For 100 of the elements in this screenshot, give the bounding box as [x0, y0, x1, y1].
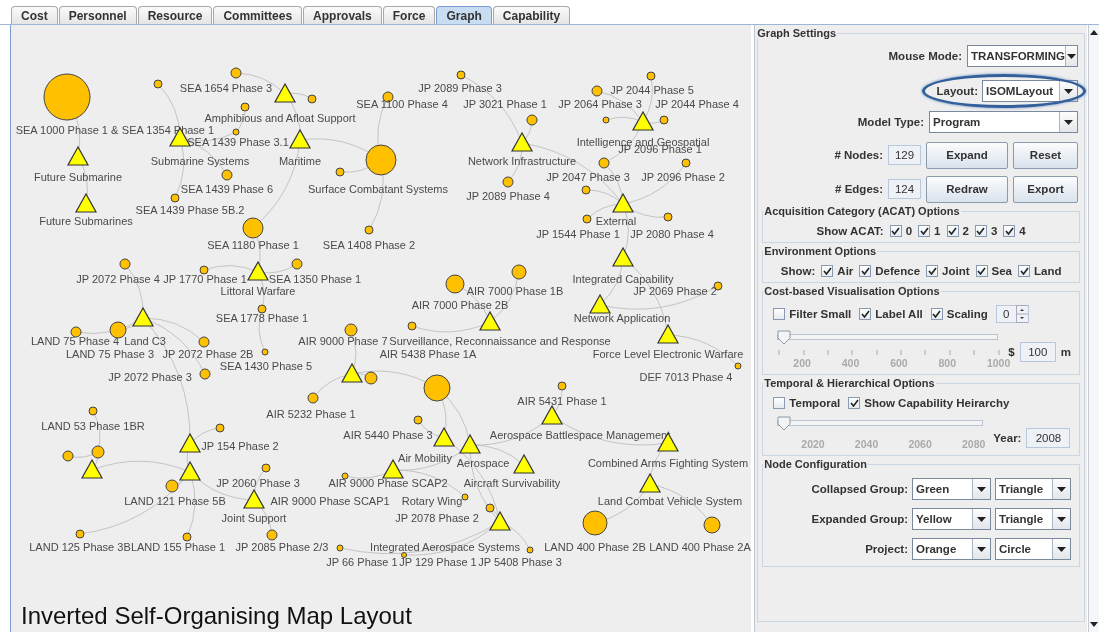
field-label: Mouse Mode: [888, 50, 962, 62]
tab[interactable]: Committees [213, 6, 303, 24]
dropdown[interactable]: ISOMLayout [982, 80, 1078, 102]
tick-label: 2080 [961, 438, 986, 450]
node-label: Rotary Wing [401, 495, 463, 507]
node-label: Future Submarines [39, 215, 133, 227]
node-label: Surface Combatant Systems [308, 183, 448, 195]
node-label: SEA 1430 Phase 5 [219, 360, 313, 372]
group-title: Cost-based Visualisation Options [764, 285, 940, 297]
node-label: JP 2078 Phase 2 [395, 512, 479, 524]
node-label: Aerospace Battlespace Management [489, 429, 671, 441]
checkbox-label[interactable]: Filter Small [789, 308, 852, 320]
dropdown[interactable]: Green [912, 478, 991, 500]
node-label: Joint Support [221, 512, 287, 524]
dropdown[interactable]: Yellow [912, 508, 991, 530]
dropdown[interactable]: Triangle [995, 478, 1071, 500]
field-label: # Edges: [835, 183, 883, 195]
tick-label: 400 [841, 357, 860, 369]
checkbox-label[interactable]: 0 [905, 225, 913, 237]
group-title: Node Configuration [764, 458, 867, 470]
checkbox-label[interactable]: Label All [875, 308, 923, 320]
node-label: AIR 5431 Phase 1 [517, 395, 607, 407]
tab[interactable]: Personnel [58, 6, 137, 24]
node-label: AIR 7000 Phase 1B [466, 285, 564, 297]
node-label: Surveillance, Reconnaissance and Response [389, 335, 611, 347]
tab[interactable]: Force [382, 6, 436, 24]
node-label: SEA 1000 Phase 1 & [15, 124, 119, 136]
node-label: Land C3 [124, 335, 166, 347]
tab[interactable]: Resource [137, 6, 213, 24]
node-label: DEF 7013 Phase 4 [639, 371, 733, 383]
action-button[interactable]: Reset [1013, 141, 1078, 169]
checkbox-label[interactable]: Show Capability Heirarchy [864, 397, 1010, 409]
dropdown[interactable]: Orange [912, 538, 991, 560]
dropdown[interactable]: TRANSFORMING [967, 45, 1078, 67]
checkbox-label[interactable]: 1 [934, 225, 941, 237]
dropdown[interactable]: Triangle [995, 508, 1071, 530]
checkbox-label[interactable]: Joint [942, 265, 970, 277]
node-label: Integrated Capability [572, 273, 674, 285]
tick-label: 2060 [908, 438, 932, 450]
checkbox-label[interactable]: Scaling [946, 308, 988, 320]
node-label: AIR 5438 Phase 1A [379, 348, 477, 360]
tick-label: 2040 [854, 438, 879, 450]
field-label: Expanded Group: [811, 513, 908, 525]
checkbox-label[interactable]: Defence [875, 265, 921, 277]
node-label: JP 2085 Phase 2/3 [235, 541, 329, 553]
node-label: JP 66 Phase 1 [326, 556, 398, 568]
tab[interactable]: Approvals [303, 6, 382, 24]
year-field[interactable]: 2008 [1026, 428, 1071, 448]
node-label: JP 2089 Phase 3 [418, 82, 502, 94]
tick-label: 600 [890, 357, 908, 369]
tick-label: 1000 [986, 357, 1011, 369]
node-label: Integrated Aerospace Systems [370, 541, 520, 553]
node-label: SEA 1439 Phase 3.1 [187, 136, 289, 148]
node-label: SEA 1350 Phase 1 [268, 273, 362, 285]
checkbox-label[interactable]: 3 [990, 225, 998, 237]
checkbox-label[interactable]: Sea [991, 265, 1012, 277]
node-label: JP 129 Phase 1 [399, 556, 477, 568]
node-label: Aircraft Survivability [463, 477, 561, 489]
node-label: JP 154 Phase 2 [201, 440, 279, 452]
spinner-field[interactable]: 0 [995, 305, 1029, 323]
action-button[interactable]: Export [1013, 175, 1078, 203]
group-title: Acquisition Category (ACAT) Options [764, 205, 960, 217]
checkbox-label[interactable]: 2 [962, 225, 969, 237]
checkbox-label[interactable]: Air [837, 265, 854, 277]
node-label: LAND 53 Phase 1BR [41, 420, 145, 432]
checkbox-label[interactable]: Land [1034, 265, 1062, 277]
tick-label: 2020 [801, 438, 825, 450]
tab[interactable]: Graph [436, 6, 492, 24]
action-button[interactable]: Expand [926, 141, 1008, 169]
node-label: Amphibious and Afloat Support [204, 112, 356, 124]
node-label: SEA 1100 Phase 4 [356, 98, 448, 110]
node-label: JP 2044 Phase 5 [610, 84, 694, 96]
node-label: JP 2072 Phase 4 [76, 273, 160, 285]
node-label: SEA 1439 Phase 6 [180, 183, 274, 195]
node-label: JP 2089 Phase 4 [466, 190, 550, 202]
node-label: JP 2044 Phase 4 [655, 98, 739, 110]
field-label: # Nodes: [834, 149, 883, 161]
node-label: External [595, 215, 637, 227]
node-label: LAND 125 Phase 3B [29, 541, 131, 553]
node-label: JP 5408 Phase 3 [478, 556, 562, 568]
checkbox-label[interactable]: Temporal [789, 397, 841, 409]
field-label: Model Type: [857, 116, 924, 128]
tab[interactable]: Cost [11, 6, 58, 24]
node-label: AIR 9000 Phase SCAP1 [270, 495, 390, 507]
dropdown[interactable]: Program [929, 111, 1078, 133]
dropdown[interactable]: Circle [995, 538, 1071, 560]
tab[interactable]: Capability [492, 6, 571, 24]
tick-label: 800 [938, 357, 957, 369]
node-label: SEA 1654 Phase 3 [179, 82, 273, 94]
amount-field[interactable]: 100 [1019, 342, 1056, 362]
checkbox-label[interactable]: 4 [1019, 225, 1026, 237]
field-label: Show ACAT: [816, 225, 884, 237]
node-label: LAND 155 Phase 1 [130, 541, 226, 553]
node-label: JP 2072 Phase 3 [108, 371, 192, 383]
node-label: JP 2080 Phase 4 [630, 228, 714, 240]
action-button[interactable]: Redraw [926, 175, 1008, 203]
node-label: JP 2064 Phase 3 [558, 98, 642, 110]
field-label: Show: [780, 265, 816, 277]
node-label: JP 2047 Phase 3 [546, 171, 630, 183]
node-label: LAND 400 Phase 2B [544, 541, 646, 553]
